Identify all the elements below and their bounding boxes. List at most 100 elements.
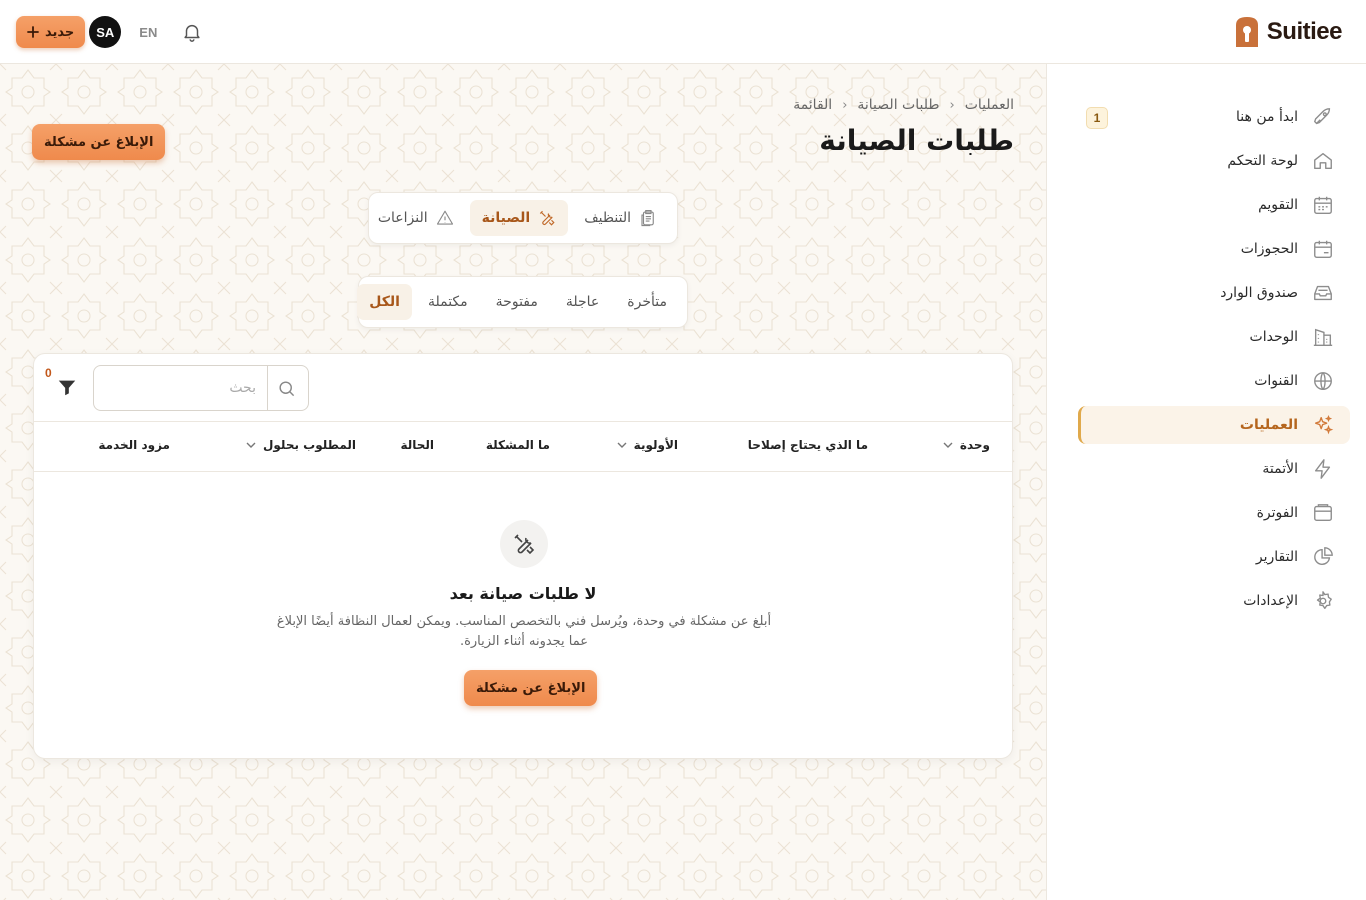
- tools-icon: [514, 534, 535, 555]
- empty-report-issue-button[interactable]: الإبلاغ عن مشكلة: [464, 670, 598, 706]
- breadcrumb: العمليات ‹ طلبات الصيانة ‹ القائمة: [793, 97, 1014, 113]
- sidebar-item-settings[interactable]: الإعدادات: [1078, 582, 1350, 620]
- avatar[interactable]: SA: [89, 16, 122, 48]
- tab-open[interactable]: مفتوحة: [484, 284, 550, 320]
- column-header-due-by[interactable]: المطلوب بحلول: [245, 438, 356, 452]
- bookings-icon: [1314, 240, 1332, 258]
- chevron-left-icon: ‹: [949, 97, 955, 113]
- main-content: العمليات ‹ طلبات الصيانة ‹ القائمة طلبات…: [0, 64, 1046, 900]
- tab-maintenance[interactable]: الصيانة: [469, 200, 569, 236]
- tab-all[interactable]: الكل: [357, 284, 412, 320]
- new-button[interactable]: جديد: [16, 16, 86, 48]
- sidebar-item-label: الإعدادات: [1243, 593, 1298, 609]
- sidebar-item-bookings[interactable]: الحجوزات: [1078, 230, 1350, 268]
- search-box: [93, 365, 309, 411]
- sparkles-icon: [1314, 415, 1334, 435]
- search-icon: [279, 381, 295, 397]
- column-header-service-provider: مزود الخدمة: [98, 438, 170, 452]
- column-label: وحدة: [959, 438, 990, 452]
- sidebar-item-units[interactable]: الوحدات: [1078, 318, 1350, 356]
- sidebar: ابدأ من هنا 1 لوحة التحكم التقويم الحجوز…: [1046, 64, 1366, 900]
- page-title: طلبات الصيانة: [819, 124, 1014, 157]
- warning-icon: [436, 210, 453, 225]
- search-input[interactable]: [108, 368, 268, 408]
- rocket-icon: [1313, 108, 1331, 125]
- sidebar-item-label: التقويم: [1258, 197, 1298, 213]
- tab-disputes[interactable]: النزاعات: [366, 200, 466, 236]
- new-button-label: جديد: [45, 24, 75, 40]
- filter-icon[interactable]: [56, 376, 78, 398]
- wallet-icon: [1314, 504, 1332, 522]
- empty-state-icon-wrap: [500, 520, 548, 568]
- tab-cleaning[interactable]: التنظيف: [572, 200, 669, 236]
- chevron-down-icon: [617, 442, 627, 448]
- brand-logo[interactable]: Suitiee: [1233, 14, 1343, 50]
- sidebar-item-label: الأتمتة: [1262, 461, 1298, 477]
- table-toolbar: 0: [34, 354, 1012, 422]
- top-bar: Suitiee جديد SA EN: [0, 0, 1366, 64]
- sidebar-item-label: القنوات: [1254, 373, 1298, 389]
- breadcrumb-maintenance[interactable]: طلبات الصيانة: [857, 97, 939, 113]
- sidebar-item-operations[interactable]: العمليات: [1078, 406, 1350, 444]
- sidebar-item-label: التقارير: [1255, 549, 1298, 565]
- sidebar-item-label: الحجوزات: [1240, 241, 1298, 257]
- type-tabs: التنظيف الصيانة النزاعات: [368, 192, 678, 244]
- column-label: ما الذي يحتاج إصلاحا: [747, 438, 868, 452]
- empty-state: لا طلبات صيانة بعد أبلغ عن مشكلة في وحدة…: [34, 472, 1012, 760]
- notification-badge: 1: [1086, 107, 1108, 129]
- sidebar-item-inbox[interactable]: صندوق الوارد: [1078, 274, 1350, 312]
- bell-icon[interactable]: [181, 21, 203, 43]
- top-actions: جديد SA EN: [16, 16, 203, 48]
- sidebar-item-label: الوحدات: [1249, 329, 1298, 345]
- column-label: الحالة: [400, 438, 434, 452]
- pie-chart-icon: [1314, 547, 1333, 565]
- column-label: ما المشكلة: [485, 438, 550, 452]
- plus-icon: [27, 26, 39, 38]
- sidebar-item-calendar[interactable]: التقويم: [1078, 186, 1350, 224]
- building-icon: [1313, 328, 1333, 346]
- bolt-icon: [1314, 459, 1331, 479]
- requests-table-card: 0 وحدة ما الذي يحتاج إصلاحا الأولوية ما …: [33, 353, 1013, 759]
- column-header-unit[interactable]: وحدة: [942, 438, 990, 452]
- chevron-down-icon: [943, 442, 953, 448]
- column-label: مزود الخدمة: [98, 438, 170, 452]
- column-header-what-needs-fixing: ما الذي يحتاج إصلاحا: [748, 438, 868, 452]
- chevron-left-icon: ‹: [842, 97, 848, 113]
- tab-label: النزاعات: [377, 210, 428, 226]
- column-label: الأولوية: [633, 438, 678, 452]
- column-header-priority[interactable]: الأولوية: [616, 438, 678, 452]
- column-header-problem: ما المشكلة: [486, 438, 550, 452]
- sidebar-item-dashboard[interactable]: لوحة التحكم: [1078, 142, 1350, 180]
- sidebar-item-label: ابدأ من هنا: [1236, 109, 1298, 125]
- sidebar-item-channels[interactable]: القنوات: [1078, 362, 1350, 400]
- table-header: وحدة ما الذي يحتاج إصلاحا الأولوية ما ال…: [34, 422, 1012, 472]
- empty-state-title: لا طلبات صيانة بعد: [449, 584, 597, 603]
- brand-mark-icon: [1235, 17, 1258, 47]
- sidebar-item-automation[interactable]: الأتمتة: [1078, 450, 1350, 488]
- inbox-icon: [1314, 285, 1332, 301]
- sidebar-item-billing[interactable]: الفوترة: [1078, 494, 1350, 532]
- calendar-icon: [1314, 196, 1332, 214]
- sidebar-item-label: لوحة التحكم: [1227, 153, 1298, 169]
- clipboard-icon: [641, 209, 654, 227]
- tab-urgent[interactable]: عاجلة: [554, 284, 611, 320]
- home-icon: [1314, 152, 1332, 170]
- empty-state-description: أبلغ عن مشكلة في وحدة، ويُرسل فني بالتخص…: [276, 614, 772, 649]
- language-switch[interactable]: EN: [139, 25, 157, 40]
- filter-count-badge: 0: [45, 366, 52, 380]
- column-label: المطلوب بحلول: [263, 438, 356, 452]
- sidebar-item-label: العمليات: [1239, 417, 1298, 433]
- globe-icon: [1314, 372, 1332, 390]
- sidebar-item-reports[interactable]: التقارير: [1078, 538, 1350, 576]
- tab-completed[interactable]: مكتملة: [416, 284, 480, 320]
- gear-icon: [1316, 591, 1332, 610]
- brand-name: Suitiee: [1266, 18, 1343, 45]
- report-issue-button[interactable]: الإبلاغ عن مشكلة: [32, 124, 166, 160]
- sidebar-item-label: صندوق الوارد: [1220, 285, 1298, 301]
- chevron-down-icon: [246, 442, 256, 448]
- tab-overdue[interactable]: متأخرة: [615, 284, 679, 320]
- column-header-status: الحالة: [400, 438, 434, 452]
- breadcrumb-operations[interactable]: العمليات: [965, 97, 1014, 113]
- sidebar-item-get-started[interactable]: ابدأ من هنا 1: [1078, 98, 1350, 136]
- tools-icon: [540, 210, 555, 226]
